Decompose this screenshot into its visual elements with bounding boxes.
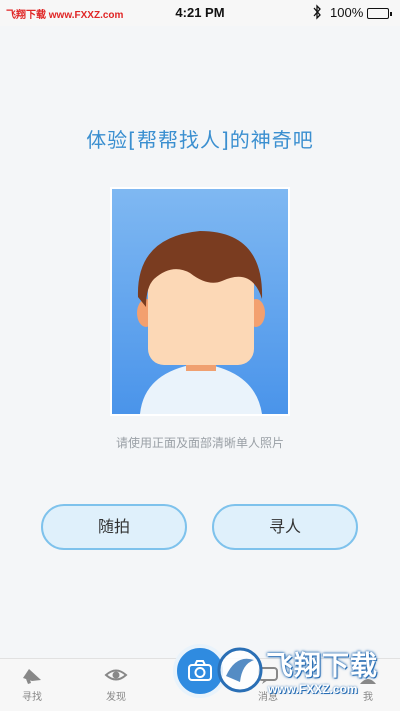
watermark-emblem-icon bbox=[217, 647, 263, 693]
tab-discover-label: 发现 bbox=[106, 692, 126, 703]
watermark-title: 飞翔下载 bbox=[266, 651, 378, 682]
find-person-button[interactable]: 寻人 bbox=[212, 504, 358, 550]
camera-icon bbox=[188, 660, 212, 681]
megaphone-icon bbox=[23, 669, 41, 684]
watermark-url: www.FXXZ.com bbox=[268, 682, 358, 696]
page-title: 体验[帮帮找人]的神奇吧 bbox=[86, 128, 314, 152]
eye-icon bbox=[104, 669, 128, 681]
tab-discover[interactable]: 发现 bbox=[86, 665, 146, 703]
portrait-illustration bbox=[112, 189, 288, 414]
sample-portrait bbox=[110, 187, 290, 416]
random-shot-button[interactable]: 随拍 bbox=[41, 504, 187, 550]
tab-find[interactable]: 寻找 bbox=[2, 665, 62, 703]
bluetooth-icon bbox=[313, 4, 321, 20]
watermark-logo: 飞翔下载 www.FXXZ.com bbox=[214, 642, 394, 704]
battery-percent: 100% bbox=[330, 5, 364, 20]
status-bar: 飞翔下载 www.FXXZ.com 4:21 PM 100% bbox=[0, 0, 400, 26]
photo-hint: 请使用正面及面部清晰单人照片 bbox=[115, 436, 284, 450]
battery-icon bbox=[367, 8, 392, 19]
tab-find-label: 寻找 bbox=[22, 692, 42, 703]
